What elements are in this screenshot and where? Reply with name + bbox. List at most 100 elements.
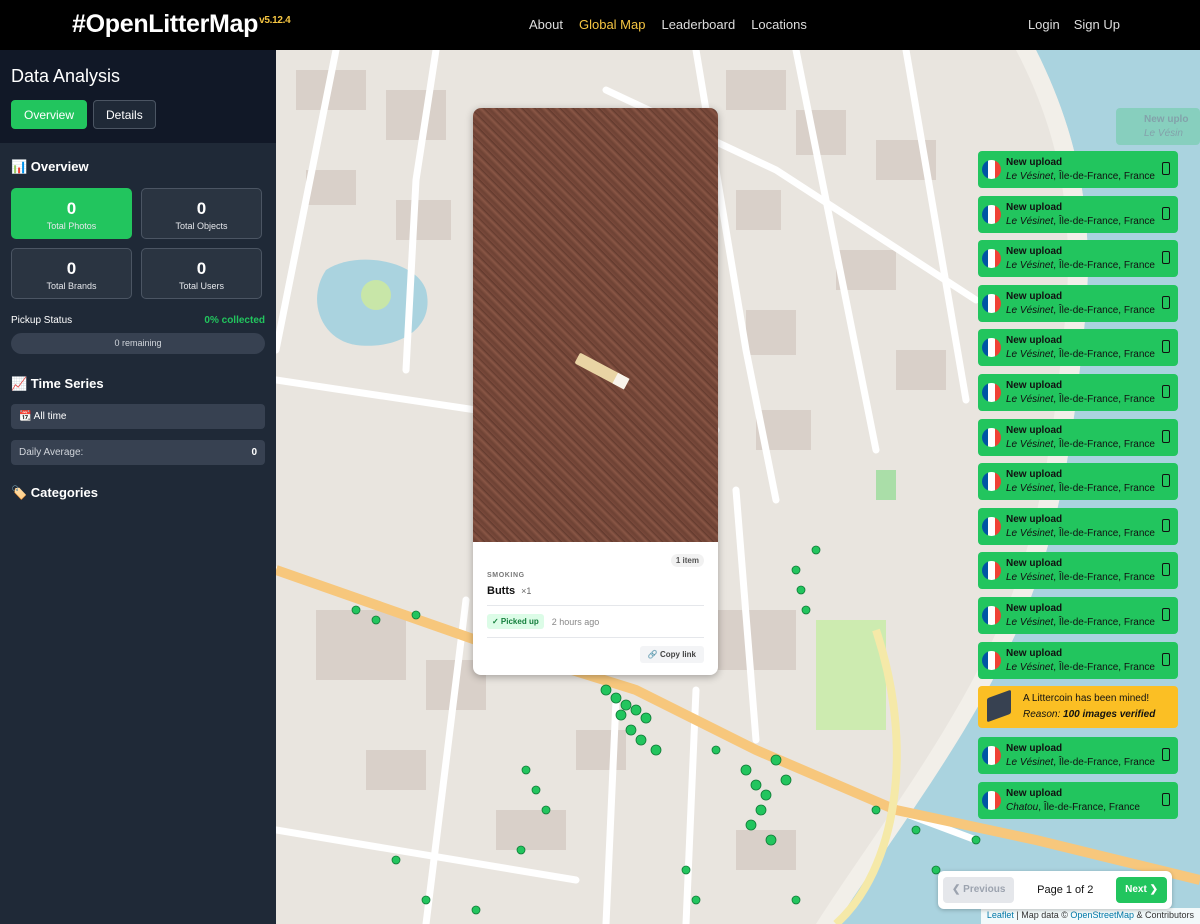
next-button[interactable]: Next ❯ bbox=[1116, 877, 1167, 903]
auth-links: Login Sign Up bbox=[1028, 17, 1120, 32]
copy-link-label: Copy link bbox=[659, 650, 696, 659]
france-flag-icon bbox=[982, 338, 1001, 358]
version-label: v5.12.4 bbox=[259, 14, 291, 26]
notification-title: New upload bbox=[1006, 469, 1063, 481]
notification-title: New upload bbox=[1006, 647, 1063, 659]
overview-heading: 📊 Overview bbox=[11, 159, 89, 174]
stat-total-objects: 0 Total Objects bbox=[141, 188, 262, 239]
stat-total-photos: 0 Total Photos bbox=[11, 188, 132, 239]
notification-new-upload[interactable]: New upload Le Vésinet, Île-de-France, Fra… bbox=[978, 463, 1178, 501]
nav-locations[interactable]: Locations bbox=[751, 17, 807, 32]
daily-average-label: Daily Average: bbox=[19, 447, 84, 458]
upload-time: 2 hours ago bbox=[551, 616, 600, 627]
mobile-phone-icon bbox=[1162, 748, 1170, 762]
object-quantity: ×1 bbox=[521, 586, 532, 596]
map-attribution: Leaflet | Map data © OpenStreetMap & Con… bbox=[980, 908, 1200, 924]
france-flag-icon bbox=[982, 427, 1001, 447]
france-flag-icon bbox=[982, 160, 1001, 179]
signup-link[interactable]: Sign Up bbox=[1074, 17, 1120, 32]
mobile-phone-icon bbox=[1162, 563, 1170, 577]
notification-location: Le Vésinet, Île-de-France, France bbox=[1006, 572, 1155, 584]
litter-category: SMOKING bbox=[487, 572, 525, 579]
leaflet-link[interactable]: Leaflet bbox=[987, 910, 1014, 920]
france-flag-icon bbox=[982, 606, 1001, 625]
notification-location: Le Vésinet, Île-de-France, France bbox=[1006, 661, 1155, 673]
stats-grid: 0 Total Photos 0 Total Objects 0 Total B… bbox=[11, 188, 265, 299]
notification-title: New upload bbox=[1006, 743, 1063, 755]
divider bbox=[487, 637, 704, 638]
notification-location: Le Vésinet, Île-de-France, France bbox=[1006, 171, 1155, 182]
france-flag-icon bbox=[982, 650, 1001, 670]
notification-littercoin[interactable]: A Littercoin has been mined! Reason: 100 … bbox=[978, 686, 1178, 729]
litter-photo bbox=[473, 108, 718, 542]
daily-average-value: 0 bbox=[251, 447, 257, 458]
stat-total-brands: 0 Total Brands bbox=[11, 248, 132, 299]
france-flag-icon bbox=[982, 790, 1001, 810]
notification-new-upload[interactable]: New upload Le Vésinet, Île-de-France, Fra… bbox=[978, 329, 1178, 367]
mobile-phone-icon bbox=[1162, 429, 1170, 443]
nav-global-map[interactable]: Global Map bbox=[579, 17, 645, 32]
notification-new-upload[interactable]: New upload Le Vésinet, Île-de-France, Fra… bbox=[978, 374, 1178, 411]
notification-title: New upload bbox=[1006, 246, 1063, 258]
notification-new-upload[interactable]: New upload Le Vésinet, Île-de-France, Fra… bbox=[978, 284, 1178, 322]
stat-value: 0 bbox=[66, 199, 77, 218]
notification-location: Le Vésinet, Île-de-France, France bbox=[1006, 260, 1155, 272]
nav-about[interactable]: About bbox=[529, 17, 563, 32]
pickup-progress-bar: 0 remaining bbox=[11, 333, 265, 354]
notification-title: New upload bbox=[1006, 201, 1063, 213]
page-indicator: Page 1 of 2 bbox=[1037, 884, 1094, 896]
nav-leaderboard[interactable]: Leaderboard bbox=[661, 17, 735, 32]
france-flag-icon bbox=[982, 516, 1001, 536]
notification-fading: New uplo Le Vésin bbox=[1116, 108, 1200, 145]
notification-new-upload[interactable]: New upload Le Vésinet, Île-de-France, Fra… bbox=[978, 151, 1178, 188]
stat-label: Total Users bbox=[178, 281, 224, 291]
top-navbar: #OpenLitterMapv5.12.4 About Global Map L… bbox=[0, 0, 1200, 50]
stat-label: Total Objects bbox=[175, 221, 228, 231]
brand-logo[interactable]: #OpenLitterMapv5.12.4 bbox=[72, 10, 291, 39]
notification-new-upload[interactable]: New upload Le Vésinet, Île-de-France, Fra… bbox=[978, 641, 1178, 679]
tab-details[interactable]: Details bbox=[93, 100, 156, 129]
notification-new-upload[interactable]: New upload Le Vésinet, Île-de-France, Fra… bbox=[978, 507, 1178, 545]
notification-new-upload[interactable]: New upload Le Vésinet, Île-de-France, Fra… bbox=[978, 418, 1178, 456]
notification-location: Le Vésinet, Île-de-France, France bbox=[1006, 483, 1155, 495]
next-label: Next bbox=[1125, 884, 1147, 895]
notification-new-upload[interactable]: New upload Le Vésinet, Île-de-France, Fra… bbox=[978, 552, 1178, 590]
popup-body: 1 item SMOKING Butts ×1 ✓ Picked up 2 hou… bbox=[473, 542, 718, 654]
categories-heading[interactable]: 🏷️ Categories bbox=[11, 485, 265, 501]
notification-new-upload[interactable]: New upload Le Vésinet, Île-de-France, Fra… bbox=[978, 597, 1178, 634]
mobile-phone-icon bbox=[1162, 792, 1170, 806]
notification-location: Le Vésinet, Île-de-France, France bbox=[1006, 394, 1155, 405]
notifications-pager: ❮ Previous Page 1 of 2 Next ❯ bbox=[938, 871, 1172, 909]
login-link[interactable]: Login bbox=[1028, 17, 1060, 32]
mobile-phone-icon bbox=[1162, 608, 1170, 621]
tab-overview[interactable]: Overview bbox=[11, 100, 88, 129]
data-analysis-sidebar: Data Analysis Overview Details 📊 Overvie… bbox=[0, 50, 276, 924]
previous-button[interactable]: ❮ Previous bbox=[943, 877, 1015, 903]
mobile-phone-icon bbox=[1162, 652, 1170, 666]
france-flag-icon bbox=[982, 383, 1001, 402]
notification-new-upload[interactable]: New upload Chatou, Île-de-France, France bbox=[978, 781, 1178, 819]
litter-object: Butts ×1 bbox=[487, 585, 704, 597]
copy-link-button[interactable]: 🔗 Copy link bbox=[639, 646, 704, 663]
notification-title: New upload bbox=[1006, 787, 1063, 799]
notification-location: Le Vésinet, Île-de-France, France bbox=[1006, 527, 1155, 539]
notification-title: New upload bbox=[1006, 424, 1063, 436]
france-flag-icon bbox=[982, 472, 1001, 492]
notification-new-upload[interactable]: New upload Le Vésinet, Île-de-France, Fra… bbox=[978, 737, 1178, 775]
notification-title: New upload bbox=[1006, 380, 1063, 391]
notification-location: Le Vésinet, Île-de-France, France bbox=[1006, 617, 1155, 628]
divider bbox=[487, 605, 704, 606]
cigarette-butt-image bbox=[574, 352, 630, 390]
pickup-percent: 0% collected bbox=[204, 315, 265, 326]
previous-label: Previous bbox=[963, 884, 1006, 895]
france-flag-icon bbox=[982, 561, 1001, 581]
sidebar-tabs: Overview Details bbox=[11, 100, 265, 129]
notification-new-upload[interactable]: New upload Le Vésinet, Île-de-France, Fra… bbox=[978, 195, 1178, 233]
sidebar-title: Data Analysis bbox=[11, 66, 121, 86]
notification-new-upload[interactable]: New upload Le Vésinet, Île-de-France, Fra… bbox=[978, 240, 1178, 278]
timeframe-select[interactable]: 📆 All time bbox=[11, 404, 265, 429]
osm-link[interactable]: OpenStreetMap bbox=[1070, 910, 1134, 920]
mobile-phone-icon bbox=[1162, 251, 1170, 265]
mobile-phone-icon bbox=[1162, 206, 1170, 220]
mobile-phone-icon bbox=[1162, 474, 1170, 488]
